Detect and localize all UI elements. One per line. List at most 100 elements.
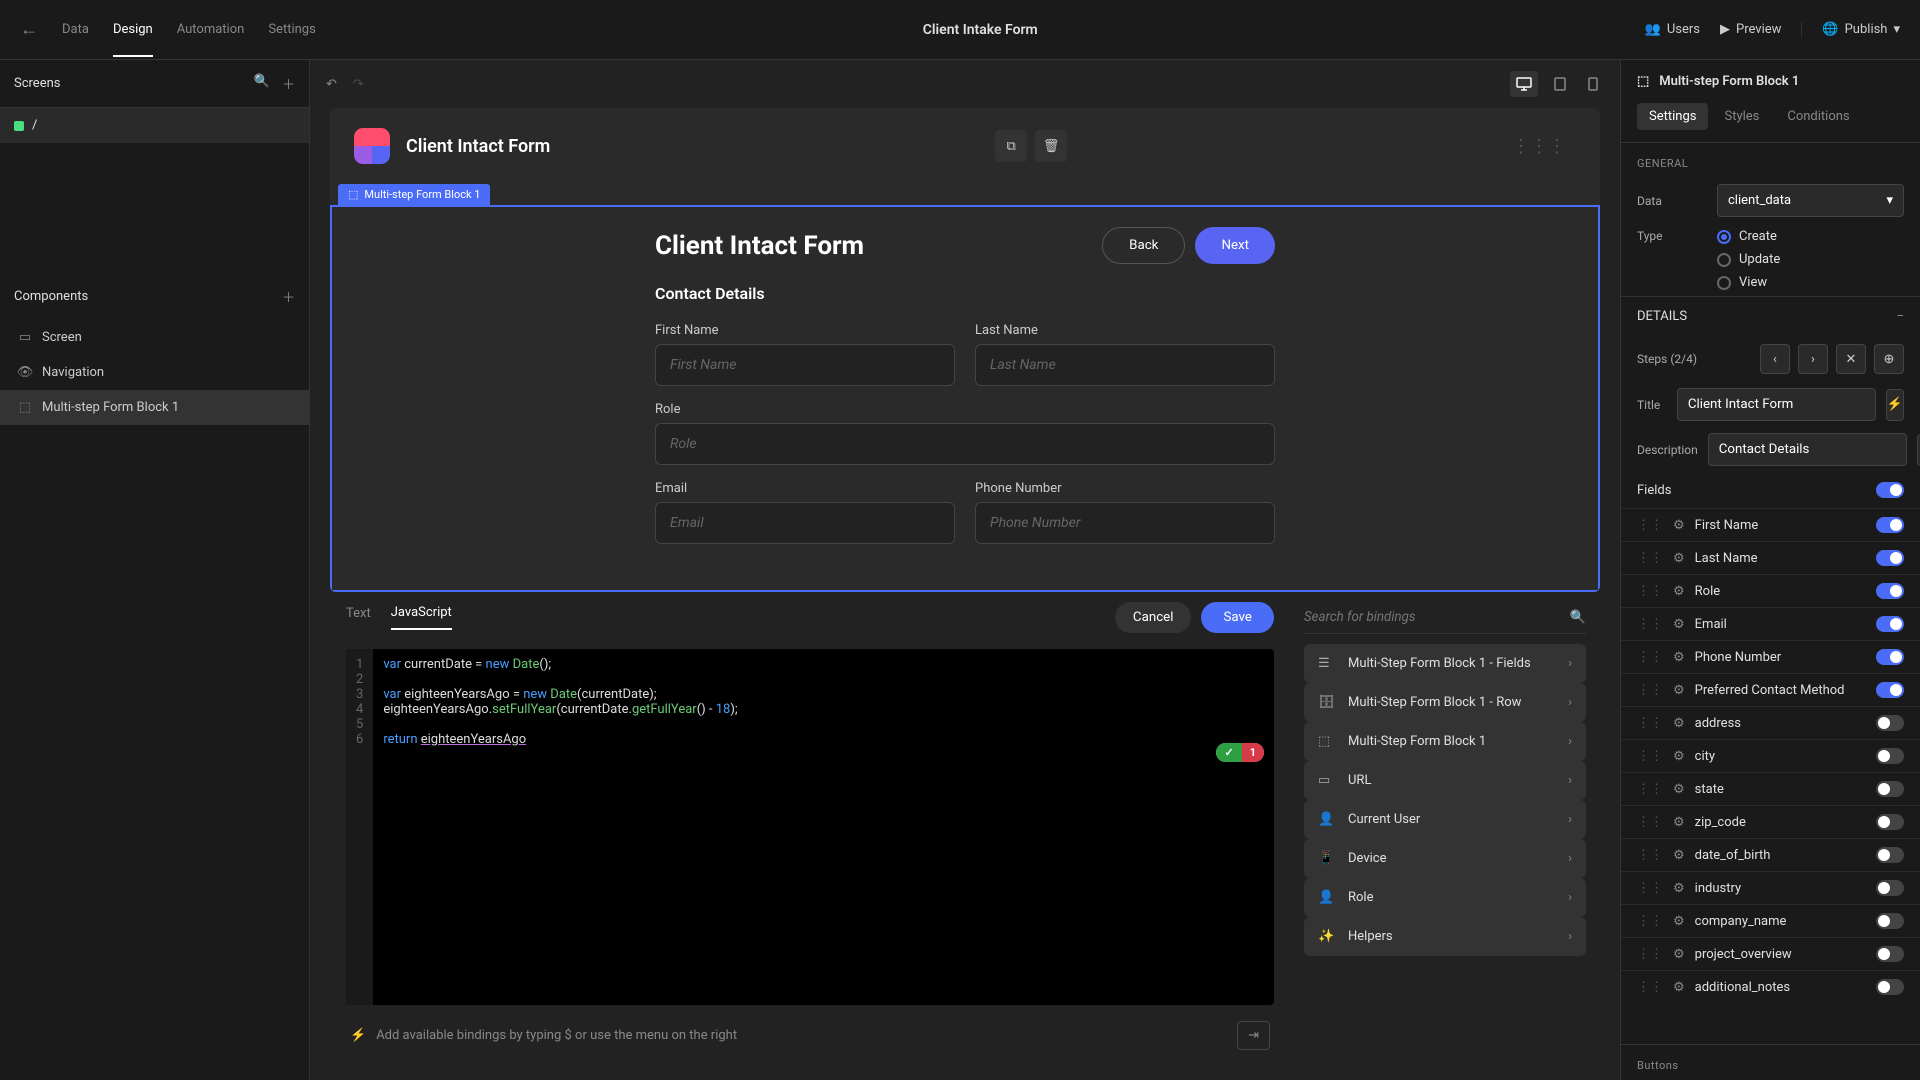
bindings-search[interactable]: 🔍 xyxy=(1304,602,1586,634)
gear-icon[interactable]: ⚙ xyxy=(1673,848,1685,863)
export-icon[interactable]: ⇥ xyxy=(1237,1021,1270,1050)
data-select[interactable]: client_data ▾ xyxy=(1717,184,1904,217)
drag-handle-icon[interactable]: ⋮⋮ xyxy=(1637,617,1663,632)
undo-icon[interactable]: ↶ xyxy=(326,77,337,92)
add-component-icon[interactable]: ＋ xyxy=(282,287,295,306)
drag-handle-icon[interactable]: ⋮⋮ xyxy=(1637,683,1663,698)
field-item[interactable]: ⋮⋮⚙Last Name xyxy=(1621,541,1920,574)
field-item[interactable]: ⋮⋮⚙Phone Number xyxy=(1621,640,1920,673)
back-button[interactable]: Back xyxy=(1102,227,1185,264)
field-item[interactable]: ⋮⋮⚙zip_code xyxy=(1621,805,1920,838)
drag-handle-icon[interactable]: ⋮⋮ xyxy=(1637,551,1663,566)
title-bolt-icon[interactable]: ⚡ xyxy=(1886,389,1904,421)
field-item[interactable]: ⋮⋮⚙address xyxy=(1621,706,1920,739)
gear-icon[interactable]: ⚙ xyxy=(1673,551,1685,566)
drag-handle-icon[interactable]: ⋮⋮ xyxy=(1637,749,1663,764)
drag-handle-icon[interactable]: ⋮⋮ xyxy=(1637,782,1663,797)
save-button[interactable]: Save xyxy=(1201,602,1274,633)
drag-handle-icon[interactable]: ⋮⋮ xyxy=(1637,980,1663,995)
back-arrow-icon[interactable]: ← xyxy=(20,19,38,40)
gear-icon[interactable]: ⚙ xyxy=(1673,518,1685,533)
type-radio-update[interactable]: Update xyxy=(1717,252,1780,267)
field-toggle[interactable] xyxy=(1876,979,1904,995)
tab-design[interactable]: Design xyxy=(113,2,153,57)
type-radio-create[interactable]: Create xyxy=(1717,229,1780,244)
binding-item[interactable]: ⬚Multi-Step Form Block 1› xyxy=(1304,722,1586,761)
field-toggle[interactable] xyxy=(1876,913,1904,929)
binding-item[interactable]: 👤Current User› xyxy=(1304,800,1586,839)
field-item[interactable]: ⋮⋮⚙date_of_birth xyxy=(1621,838,1920,871)
gear-icon[interactable]: ⚙ xyxy=(1673,782,1685,797)
lint-badge[interactable]: ✓ 1 xyxy=(1216,743,1264,762)
drag-grip-icon[interactable]: ⋮⋮⋮ xyxy=(1512,136,1576,157)
first-name-input[interactable] xyxy=(655,344,955,386)
field-item[interactable]: ⋮⋮⚙city xyxy=(1621,739,1920,772)
tab-data[interactable]: Data xyxy=(62,2,89,57)
preview-button[interactable]: ▶ Preview xyxy=(1720,22,1781,37)
field-toggle[interactable] xyxy=(1876,748,1904,764)
gear-icon[interactable]: ⚙ xyxy=(1673,650,1685,665)
details-header[interactable]: DETAILS − xyxy=(1621,296,1920,336)
rp-tab-styles[interactable]: Styles xyxy=(1712,103,1771,130)
step-close-icon[interactable]: ✕ xyxy=(1836,344,1866,374)
field-item[interactable]: ⋮⋮⚙project_overview xyxy=(1621,937,1920,970)
gear-icon[interactable]: ⚙ xyxy=(1673,617,1685,632)
component-item[interactable]: 👁Navigation xyxy=(0,355,309,390)
field-item[interactable]: ⋮⋮⚙Email xyxy=(1621,607,1920,640)
binding-item[interactable]: 🗄Multi-Step Form Block 1 - Row› xyxy=(1304,683,1586,722)
users-button[interactable]: 👥 Users xyxy=(1645,22,1700,37)
form-canvas[interactable]: Client Intact Form Back Next Contact Det… xyxy=(330,205,1600,592)
redo-icon[interactable]: ↷ xyxy=(353,77,364,92)
last-name-input[interactable] xyxy=(975,344,1275,386)
gear-icon[interactable]: ⚙ xyxy=(1673,914,1685,929)
fields-master-toggle[interactable] xyxy=(1876,482,1904,498)
step-next-icon[interactable]: › xyxy=(1798,344,1828,374)
field-item[interactable]: ⋮⋮⚙company_name xyxy=(1621,904,1920,937)
step-add-icon[interactable]: ⊕ xyxy=(1874,344,1904,374)
gear-icon[interactable]: ⚙ xyxy=(1673,749,1685,764)
gear-icon[interactable]: ⚙ xyxy=(1673,881,1685,896)
collapse-icon[interactable]: − xyxy=(1897,309,1904,324)
code-editor[interactable]: 123456 var currentDate = new Date(); var… xyxy=(346,649,1274,1005)
rp-tab-conditions[interactable]: Conditions xyxy=(1775,103,1861,130)
drag-handle-icon[interactable]: ⋮⋮ xyxy=(1637,518,1663,533)
binding-item[interactable]: ☰Multi-Step Form Block 1 - Fields› xyxy=(1304,644,1586,683)
gear-icon[interactable]: ⚙ xyxy=(1673,980,1685,995)
field-toggle[interactable] xyxy=(1876,517,1904,533)
search-icon[interactable]: 🔍 xyxy=(1570,610,1586,625)
drag-handle-icon[interactable]: ⋮⋮ xyxy=(1637,716,1663,731)
field-toggle[interactable] xyxy=(1876,616,1904,632)
screen-item-root[interactable]: / xyxy=(0,108,309,143)
field-toggle[interactable] xyxy=(1876,649,1904,665)
gear-icon[interactable]: ⚙ xyxy=(1673,815,1685,830)
tablet-icon[interactable] xyxy=(1548,71,1572,97)
field-toggle[interactable] xyxy=(1876,682,1904,698)
drag-handle-icon[interactable]: ⋮⋮ xyxy=(1637,914,1663,929)
field-toggle[interactable] xyxy=(1876,550,1904,566)
mobile-icon[interactable] xyxy=(1582,71,1604,97)
role-input[interactable] xyxy=(655,423,1275,465)
desc-field-input[interactable] xyxy=(1708,433,1907,466)
publish-button[interactable]: 🌐 Publish ▾ xyxy=(1801,22,1900,37)
field-item[interactable]: ⋮⋮⚙industry xyxy=(1621,871,1920,904)
bindings-search-input[interactable] xyxy=(1304,610,1570,625)
search-icon[interactable]: 🔍 xyxy=(254,74,270,93)
rp-tab-settings[interactable]: Settings xyxy=(1637,103,1708,130)
drag-handle-icon[interactable]: ⋮⋮ xyxy=(1637,584,1663,599)
add-screen-icon[interactable]: ＋ xyxy=(282,74,295,93)
field-toggle[interactable] xyxy=(1876,781,1904,797)
field-item[interactable]: ⋮⋮⚙additional_notes xyxy=(1621,970,1920,1003)
field-toggle[interactable] xyxy=(1876,847,1904,863)
cancel-button[interactable]: Cancel xyxy=(1115,602,1192,633)
drag-handle-icon[interactable]: ⋮⋮ xyxy=(1637,947,1663,962)
type-radio-view[interactable]: View xyxy=(1717,275,1780,290)
binding-item[interactable]: ▭URL› xyxy=(1304,761,1586,800)
delete-icon[interactable]: 🗑 xyxy=(1035,130,1067,162)
field-toggle[interactable] xyxy=(1876,814,1904,830)
drag-handle-icon[interactable]: ⋮⋮ xyxy=(1637,650,1663,665)
drag-handle-icon[interactable]: ⋮⋮ xyxy=(1637,815,1663,830)
selection-tag[interactable]: ⬚ Multi-step Form Block 1 xyxy=(338,184,490,205)
binding-item[interactable]: 👤Role› xyxy=(1304,878,1586,917)
gear-icon[interactable]: ⚙ xyxy=(1673,716,1685,731)
tab-automation[interactable]: Automation xyxy=(177,2,245,57)
